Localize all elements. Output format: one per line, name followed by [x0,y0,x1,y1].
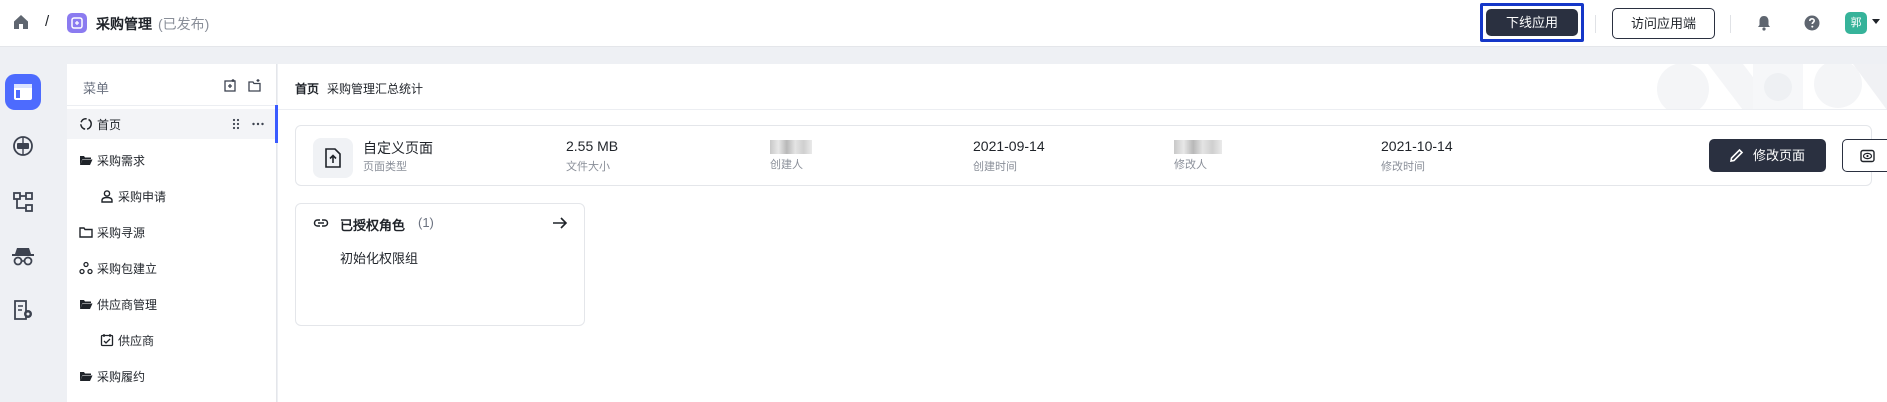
page-type-field: 自定义页面 页面类型 [363,138,433,174]
menu-item-label: 供应商管理 [97,298,158,312]
menu-item-label: 采购履约 [97,370,146,384]
left-rail [0,48,51,402]
menu-title: 菜单 [83,81,110,96]
offline-button-highlight: 下线应用 [1480,3,1584,42]
top-bar: / 采购管理 (已发布) 下线应用 访问应用端 郭 [0,0,1887,47]
rail-item-doc-settings[interactable] [5,292,41,328]
menu-item-label: 首页 [97,118,122,132]
offline-app-button[interactable]: 下线应用 [1486,9,1578,36]
created-time-label: 创建时间 [973,161,1017,173]
chevron-down-icon[interactable] [1872,19,1880,24]
menu-item-label: 采购寻源 [97,226,146,240]
roles-title: 已授权角色 [340,218,406,233]
menu-item-purchase-request[interactable]: 采购申请 [67,181,277,211]
rail-item-globe[interactable] [5,128,41,164]
modified-time-field: 2021-10-14 修改时间 [1381,138,1453,174]
home-circle-icon [80,118,92,130]
created-time-field: 2021-09-14 创建时间 [973,138,1045,174]
arrow-right-icon[interactable] [552,216,568,230]
add-page-icon[interactable] [224,79,237,92]
add-group-icon[interactable] [248,79,261,92]
upload-file-icon [325,148,341,168]
menu-panel: 菜单 首页 采购需求 采购申请 采购寻源 采购包建立 供应商管理 供应商 采购履… [67,64,278,402]
folder-open-icon [80,156,93,165]
breadcrumb-separator: / [45,13,50,30]
workflow-icon [13,192,33,212]
menu-item-label: 采购需求 [97,154,146,168]
file-size-field: 2.55 MB 文件大小 [566,138,618,174]
menu-item-label: 采购包建立 [97,262,158,276]
rail-item-workflow[interactable] [5,184,41,220]
folder-open-icon [80,300,93,309]
visit-app-button[interactable]: 访问应用端 [1612,8,1715,39]
page-type-badge [313,138,353,178]
breadcrumb-home[interactable]: 首页 [295,80,319,97]
link-icon [313,219,329,227]
modified-time-value: 2021-10-14 [1381,138,1453,154]
menu-item-label: 供应商 [118,334,155,348]
preview-button[interactable]: 预览 [1842,139,1887,172]
page-info-card: 自定义页面 页面类型 2.55 MB 文件大小 创建人 2021-09-14 创… [295,125,1887,186]
bell-icon[interactable] [1755,14,1773,32]
rail-item-pages[interactable] [5,74,41,110]
doc-settings-icon [14,300,32,320]
spy-icon [12,248,34,266]
calendar-check-icon [100,334,114,347]
more-icon[interactable] [251,117,265,131]
menu-item-sourcing[interactable]: 采购寻源 [67,217,277,247]
authorized-roles-card: 已授权角色 (1) 初始化权限组 [295,203,585,326]
file-size-value: 2.55 MB [566,138,619,154]
modifier-label: 修改人 [1174,159,1207,171]
menu-item-purchase-demand[interactable]: 采购需求 [67,145,277,175]
breadcrumb-current: 采购管理汇总统计 [327,82,424,96]
home-icon[interactable] [12,13,30,31]
avatar[interactable]: 郭 [1845,12,1867,34]
file-size-label: 文件大小 [566,161,610,173]
creator-value-redacted [770,140,812,154]
main-content: 首页 采购管理汇总统计 自定义页面 页面类型 2.55 MB 文件大小 创建人 … [278,64,1887,402]
menu-item-home[interactable]: 首页 [67,105,278,143]
eye-icon [1860,149,1875,163]
creator-label: 创建人 [770,159,803,171]
divider [1730,15,1731,33]
drag-handle-icon[interactable] [231,117,241,131]
pencil-icon [1730,148,1744,162]
menu-item-supplier[interactable]: 供应商 [67,325,277,355]
page-icon [14,84,32,100]
role-item: 初始化权限组 [340,251,419,266]
menu-item-label: 采购申请 [118,190,167,204]
modified-time-label: 修改时间 [1381,161,1425,173]
modifier-field: 修改人 [1174,138,1222,172]
page-type-value: 自定义页面 [363,140,433,156]
creator-field: 创建人 [770,138,812,172]
help-icon[interactable] [1803,14,1821,32]
modifier-value-redacted [1174,140,1222,154]
user-icon [101,190,113,203]
app-title: 采购管理 [96,16,152,32]
header-decoration [1657,64,1887,109]
nodes-icon [79,261,93,275]
breadcrumb: 首页 采购管理汇总统计 [278,64,1887,110]
edit-page-button[interactable]: 修改页面 [1709,139,1826,172]
menu-item-package[interactable]: 采购包建立 [67,253,277,283]
created-time-value: 2021-09-14 [973,138,1045,154]
edit-page-label: 修改页面 [1753,148,1806,163]
rail-item-spy[interactable] [5,238,41,274]
menu-item-supplier-mgmt[interactable]: 供应商管理 [67,289,277,319]
app-icon [67,13,87,33]
globe-icon [13,136,33,156]
menu-header: 菜单 [67,64,277,106]
page-type-label: 页面类型 [363,161,407,173]
folder-icon [79,227,93,238]
folder-open-icon [80,372,93,381]
menu-item-fulfillment[interactable]: 采购履约 [67,361,277,391]
divider [1595,15,1596,33]
roles-count: (1) [418,215,434,230]
app-status: (已发布) [158,16,210,32]
